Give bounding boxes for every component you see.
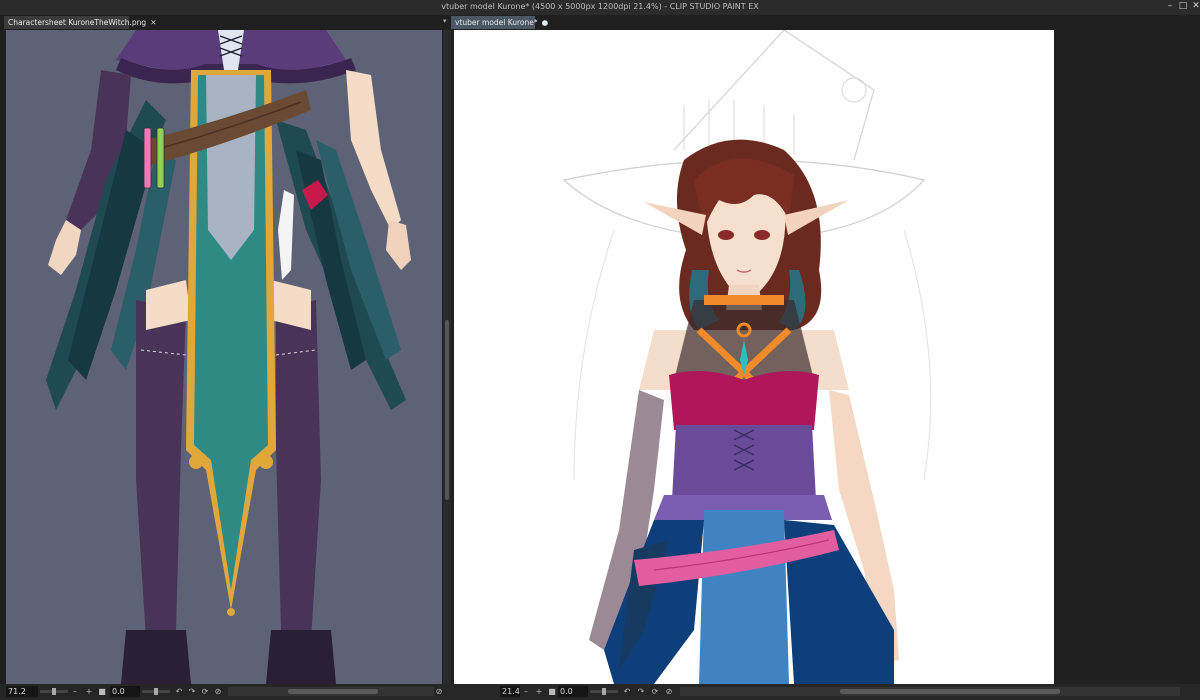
flip-icon[interactable]: ⊘ <box>664 686 674 697</box>
rotate-left-icon[interactable]: ↶ <box>174 686 184 697</box>
right-canvas-view[interactable] <box>451 30 1189 684</box>
title-bar: vtuber model Kurone* (4500 x 5000px 1200… <box>0 0 1200 15</box>
rotate-left-icon[interactable]: ↶ <box>622 686 632 697</box>
maximize-button[interactable]: □ <box>1176 1 1190 11</box>
right-rotation-slider[interactable] <box>590 688 618 695</box>
fit-view-icon[interactable]: ■ <box>547 686 557 697</box>
scroll-thumb[interactable] <box>445 320 449 500</box>
zoom-in-icon[interactable]: + <box>84 686 94 697</box>
zoom-out-icon[interactable]: – <box>70 686 80 697</box>
reset-rotation-icon[interactable]: ⟳ <box>650 686 660 697</box>
tab-vtuber-model[interactable]: vtuber model Kurone* ● <box>451 16 548 29</box>
left-rotation-slider[interactable] <box>142 688 170 695</box>
close-icon[interactable]: ✕ <box>150 18 156 27</box>
tab-charactersheet[interactable]: Charactersheet KuroneTheWitch.png ✕ <box>4 16 156 29</box>
left-zoom-slider[interactable] <box>40 688 68 695</box>
fit-view-icon[interactable]: ■ <box>97 686 107 697</box>
rotate-right-icon[interactable]: ↷ <box>636 686 646 697</box>
close-button[interactable]: ✕ <box>1189 1 1200 11</box>
left-canvas-view[interactable] <box>6 30 442 684</box>
flip-icon[interactable]: ⊘ <box>213 686 223 697</box>
window-title: vtuber model Kurone* (4500 x 5000px 1200… <box>441 2 759 11</box>
right-rotation-field[interactable]: 0.0 <box>558 686 588 697</box>
zoom-out-icon[interactable]: – <box>521 686 531 697</box>
right-zoom-field[interactable]: 21.4 <box>500 686 520 697</box>
flip-icon[interactable]: ⊘ <box>434 686 444 697</box>
left-vertical-scrollbar[interactable] <box>443 30 451 684</box>
tab-label: Charactersheet KuroneTheWitch.png <box>8 18 147 27</box>
vtuber-model-artwork <box>562 30 932 684</box>
unsaved-indicator-icon: ● <box>541 18 549 27</box>
tab-label: vtuber model Kurone* <box>455 18 538 27</box>
rotate-right-icon[interactable]: ↷ <box>187 686 197 697</box>
left-zoom-field[interactable]: 71.2 <box>6 686 38 697</box>
left-horizontal-scrollbar[interactable] <box>228 687 434 696</box>
chevron-down-icon[interactable]: ▾ <box>443 17 447 25</box>
zoom-in-icon[interactable]: + <box>534 686 544 697</box>
character-sheet-artwork <box>46 30 411 684</box>
reset-rotation-icon[interactable]: ⟳ <box>200 686 210 697</box>
status-bar: 71.2 – + ■ 0.0 ↶ ↷ ⟳ ⊘ ⊘ 21.4 – + ■ 0.0 … <box>0 684 1200 700</box>
right-horizontal-scrollbar[interactable] <box>680 687 1180 696</box>
left-rotation-field[interactable]: 0.0 <box>110 686 140 697</box>
minimize-button[interactable]: – <box>1163 1 1177 11</box>
drawing-canvas[interactable] <box>454 30 1054 684</box>
